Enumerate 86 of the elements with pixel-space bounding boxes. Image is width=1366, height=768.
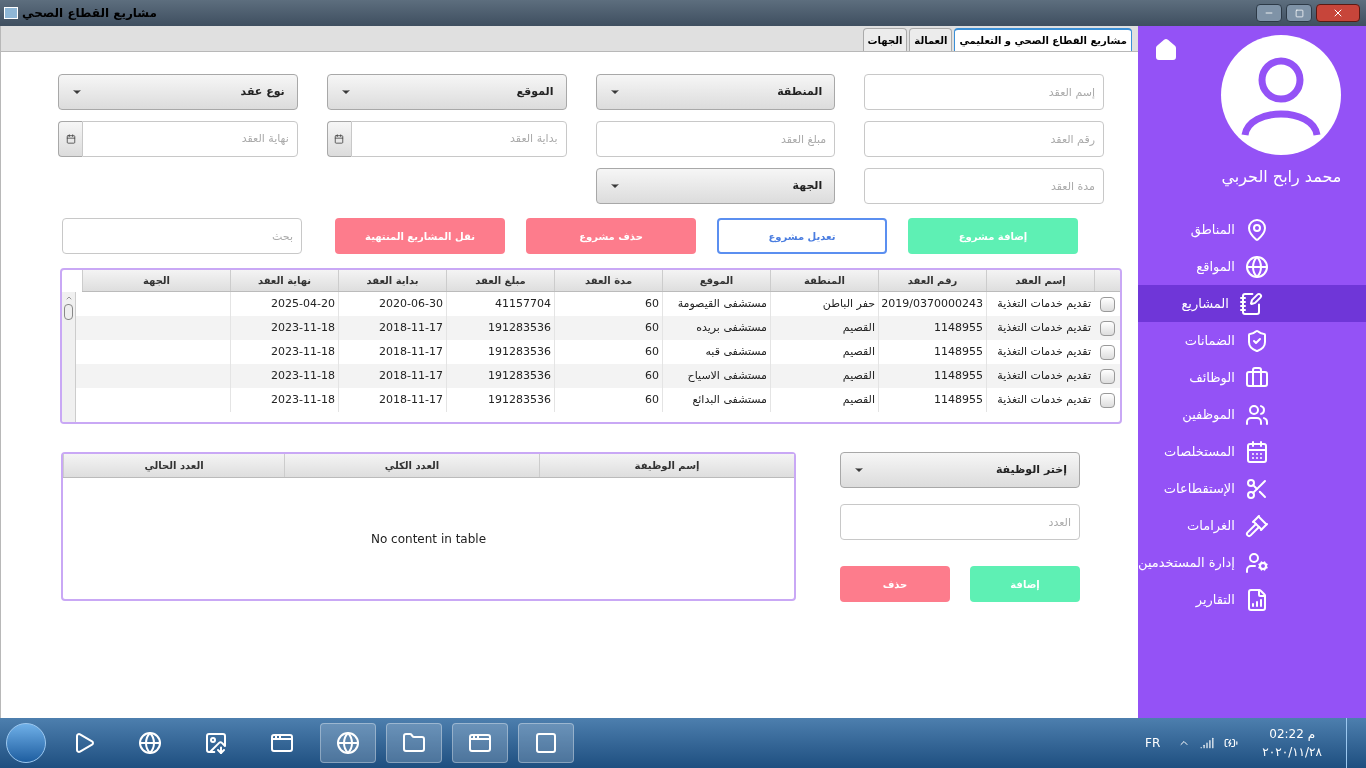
table-cell-text: 60 bbox=[645, 319, 659, 336]
column-header[interactable]: الجهة bbox=[82, 270, 230, 291]
input-field[interactable]: مدة العقد bbox=[864, 168, 1104, 204]
nav-item[interactable]: التقارير bbox=[1138, 581, 1366, 618]
date-field[interactable]: نهاية العقد bbox=[82, 121, 298, 157]
column-header[interactable]: نهاية العقد bbox=[230, 270, 338, 291]
user-name: محمد رابح الحربي bbox=[1221, 166, 1342, 189]
table-cell-text: مستشفى بريده bbox=[696, 319, 767, 336]
table-cell-text: تقديم خدمات التغذية bbox=[997, 391, 1091, 408]
table-cell-text: مستشفى البدائع bbox=[692, 391, 767, 408]
nav-item[interactable]: الضمانات bbox=[1138, 322, 1366, 359]
nav-item[interactable]: المستخلصات bbox=[1138, 433, 1366, 470]
input-field[interactable]: العدد bbox=[840, 504, 1080, 540]
nav-item[interactable]: الغرامات bbox=[1138, 507, 1366, 544]
table-cell-text: 60 bbox=[645, 391, 659, 408]
column-header[interactable]: رقم العقد bbox=[878, 270, 986, 291]
table-cell-text: مستشفى القيصومة bbox=[677, 295, 767, 312]
table-cell-text: تقديم خدمات التغذية bbox=[997, 295, 1091, 312]
table-cell-text: مستشفى الاسياح bbox=[687, 367, 767, 384]
table-cell-text: 1148955 bbox=[934, 319, 983, 336]
nav-item[interactable]: المشاريع bbox=[1138, 285, 1366, 322]
clock-date: ٢٠٢٠/١١/٢٨ bbox=[1262, 744, 1322, 761]
nav-item[interactable]: الموظفين bbox=[1138, 396, 1366, 433]
empty-table-message: No content in table bbox=[371, 530, 487, 548]
dropdown[interactable]: نوع عقد bbox=[58, 74, 298, 110]
date-field[interactable]: بداية العقد bbox=[350, 121, 567, 157]
table-cell-text: 191283536 bbox=[488, 367, 551, 384]
tab[interactable]: العمالة bbox=[909, 28, 953, 51]
table-cell-text: القصيم bbox=[842, 367, 875, 384]
column-header[interactable]: العدد الكلي bbox=[284, 454, 539, 477]
column-header[interactable]: العدد الحالي bbox=[63, 454, 284, 477]
language-indicator[interactable]: FR bbox=[1145, 734, 1161, 752]
table-cell-text: 2023-11-18 bbox=[271, 367, 335, 384]
nav-item[interactable]: إدارة المستخدمين bbox=[1138, 544, 1366, 581]
table-cell-text: 2018-11-17 bbox=[379, 319, 443, 336]
table-cell-text: 1148955 bbox=[934, 391, 983, 408]
table-cell-text: 2018-11-17 bbox=[379, 391, 443, 408]
table-cell-text: 2025-04-20 bbox=[271, 295, 335, 312]
table-cell-text: 1148955 bbox=[934, 367, 983, 384]
table-cell-text: 60 bbox=[645, 295, 659, 312]
nav-item[interactable]: الوظائف bbox=[1138, 359, 1366, 396]
input-field[interactable]: رقم العقد bbox=[864, 121, 1104, 157]
table-cell-text: القصيم bbox=[842, 391, 875, 408]
table-cell-text: 191283536 bbox=[488, 319, 551, 336]
column-header[interactable]: مدة العقد bbox=[554, 270, 662, 291]
column-header[interactable]: إسم الوظيفة bbox=[539, 454, 794, 477]
input-field[interactable]: مبلغ العقد bbox=[595, 121, 836, 157]
column-header[interactable]: مبلغ العقد bbox=[446, 270, 554, 291]
edit-button[interactable]: تعديل مشروع bbox=[717, 218, 887, 254]
table-cell-text: القصيم bbox=[842, 319, 875, 336]
table-cell-text: 60 bbox=[645, 367, 659, 384]
dropdown[interactable]: إختر الوظيفة bbox=[840, 452, 1080, 488]
tab[interactable]: مشاريع القطاع الصحي و التعليمي bbox=[954, 28, 1132, 51]
tab[interactable]: الجهات bbox=[862, 28, 908, 51]
table-cell-text: 2023-11-18 bbox=[271, 391, 335, 408]
column-header[interactable]: الموقع bbox=[662, 270, 770, 291]
table-cell-text: 2023-11-18 bbox=[271, 343, 335, 360]
dropdown[interactable]: المنطقة bbox=[595, 74, 836, 110]
nav-item[interactable]: الإستقطاعات bbox=[1138, 470, 1366, 507]
table-cell-text: 2018-11-17 bbox=[379, 367, 443, 384]
window-title: مشاريع القطاع الصحي bbox=[22, 5, 157, 22]
dropdown[interactable]: الموقع bbox=[326, 74, 567, 110]
column-header[interactable]: إسم العقد bbox=[986, 270, 1094, 291]
nav-item[interactable]: المناطق bbox=[1138, 211, 1366, 248]
table-cell-text: 2019/0370000243 bbox=[881, 295, 983, 312]
table-cell-text: القصيم bbox=[842, 343, 875, 360]
table-cell-text: 2018-11-17 bbox=[379, 343, 443, 360]
table-cell-text: 41157704 bbox=[495, 295, 551, 312]
table-cell-text: 191283536 bbox=[488, 343, 551, 360]
table-cell-text: تقديم خدمات التغذية bbox=[997, 367, 1091, 384]
nav-item[interactable]: المواقع bbox=[1138, 248, 1366, 285]
clock-time: 02:22 م bbox=[1269, 726, 1316, 743]
search-field[interactable]: بحث bbox=[62, 218, 302, 254]
dropdown[interactable]: الجهة bbox=[595, 168, 836, 204]
table-cell-text: 60 bbox=[645, 343, 659, 360]
table-cell-text: 1148955 bbox=[934, 343, 983, 360]
table-cell-text: 2020-06-30 bbox=[379, 295, 443, 312]
table-cell-text: 2023-11-18 bbox=[271, 319, 335, 336]
input-field[interactable]: إسم العقد bbox=[864, 74, 1104, 110]
table-cell-text: تقديم خدمات التغذية bbox=[997, 343, 1091, 360]
column-header[interactable]: المنطقة bbox=[770, 270, 878, 291]
table-cell-text: حفر الباطن bbox=[822, 295, 875, 312]
table-cell-text: تقديم خدمات التغذية bbox=[997, 319, 1091, 336]
column-header[interactable]: بداية العقد bbox=[338, 270, 446, 291]
table-cell-text: 191283536 bbox=[488, 391, 551, 408]
table-cell-text: مستشفى قبه bbox=[705, 343, 767, 360]
